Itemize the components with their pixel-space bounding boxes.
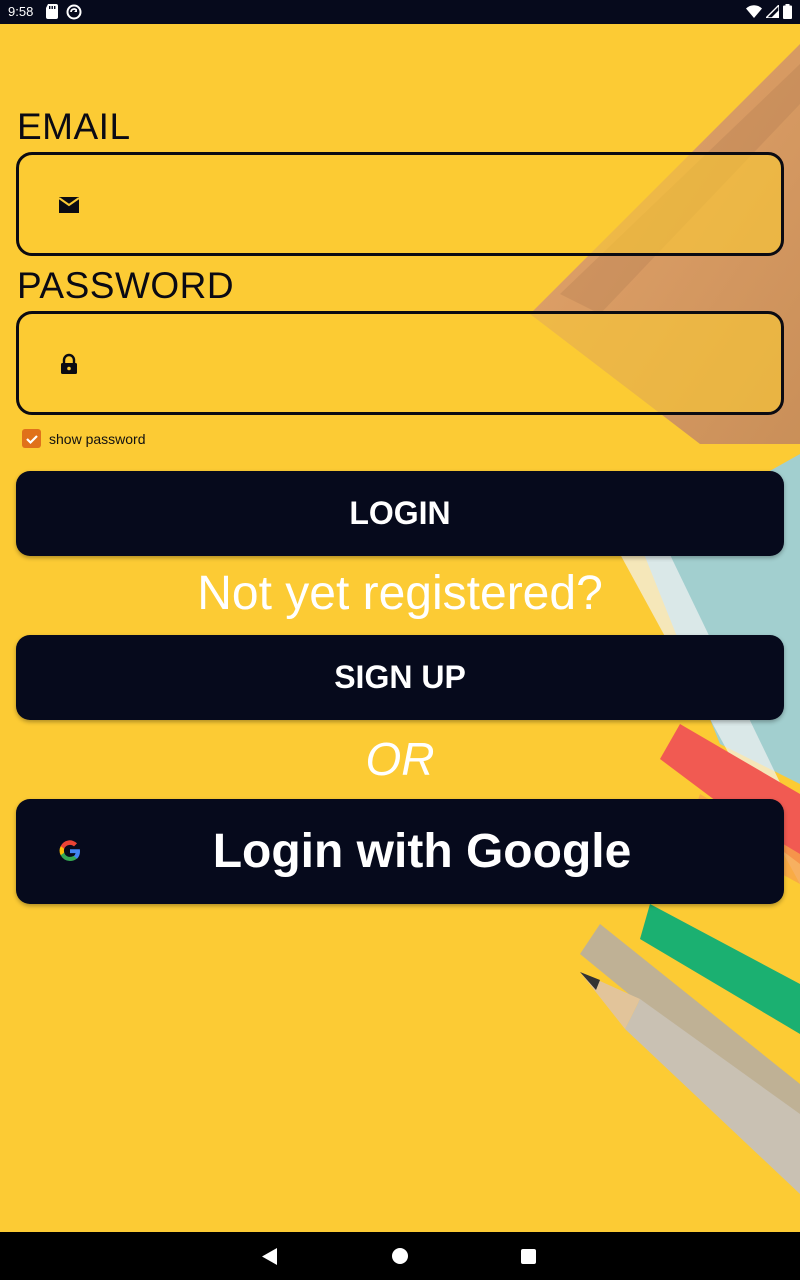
signal-icon — [766, 5, 779, 18]
sync-icon — [66, 4, 82, 20]
login-button[interactable]: LOGIN — [16, 471, 784, 556]
recents-icon[interactable] — [521, 1249, 536, 1264]
show-password-toggle[interactable]: show password — [22, 429, 146, 448]
status-time: 9:58 — [8, 4, 34, 19]
email-input[interactable] — [109, 175, 759, 235]
back-icon[interactable] — [262, 1248, 278, 1265]
show-password-checkbox[interactable] — [22, 429, 41, 448]
password-field[interactable] — [16, 311, 784, 415]
google-icon — [59, 840, 80, 862]
or-divider-text: OR — [365, 733, 435, 785]
login-screen: EMAIL PASSWORD show password LOGIN Not y… — [0, 24, 800, 1232]
navigation-bar — [0, 1232, 800, 1280]
show-password-label: show password — [49, 430, 146, 447]
not-registered-text: Not yet registered? — [197, 567, 603, 620]
sd-card-icon — [46, 4, 58, 19]
home-icon[interactable] — [392, 1248, 408, 1264]
email-icon — [58, 197, 80, 213]
wifi-icon — [746, 5, 762, 18]
email-label: EMAIL — [17, 106, 131, 147]
google-login-button[interactable]: Login with Google — [16, 799, 784, 904]
signup-button[interactable]: SIGN UP — [16, 635, 784, 720]
google-login-label: Login with Google — [212, 825, 632, 878]
password-label: PASSWORD — [17, 265, 235, 306]
email-field[interactable] — [16, 152, 784, 256]
lock-icon — [61, 353, 77, 374]
checkmark-icon — [25, 434, 38, 444]
status-bar: 9:58 — [0, 0, 800, 24]
password-input[interactable] — [109, 334, 759, 394]
battery-icon — [783, 4, 792, 19]
